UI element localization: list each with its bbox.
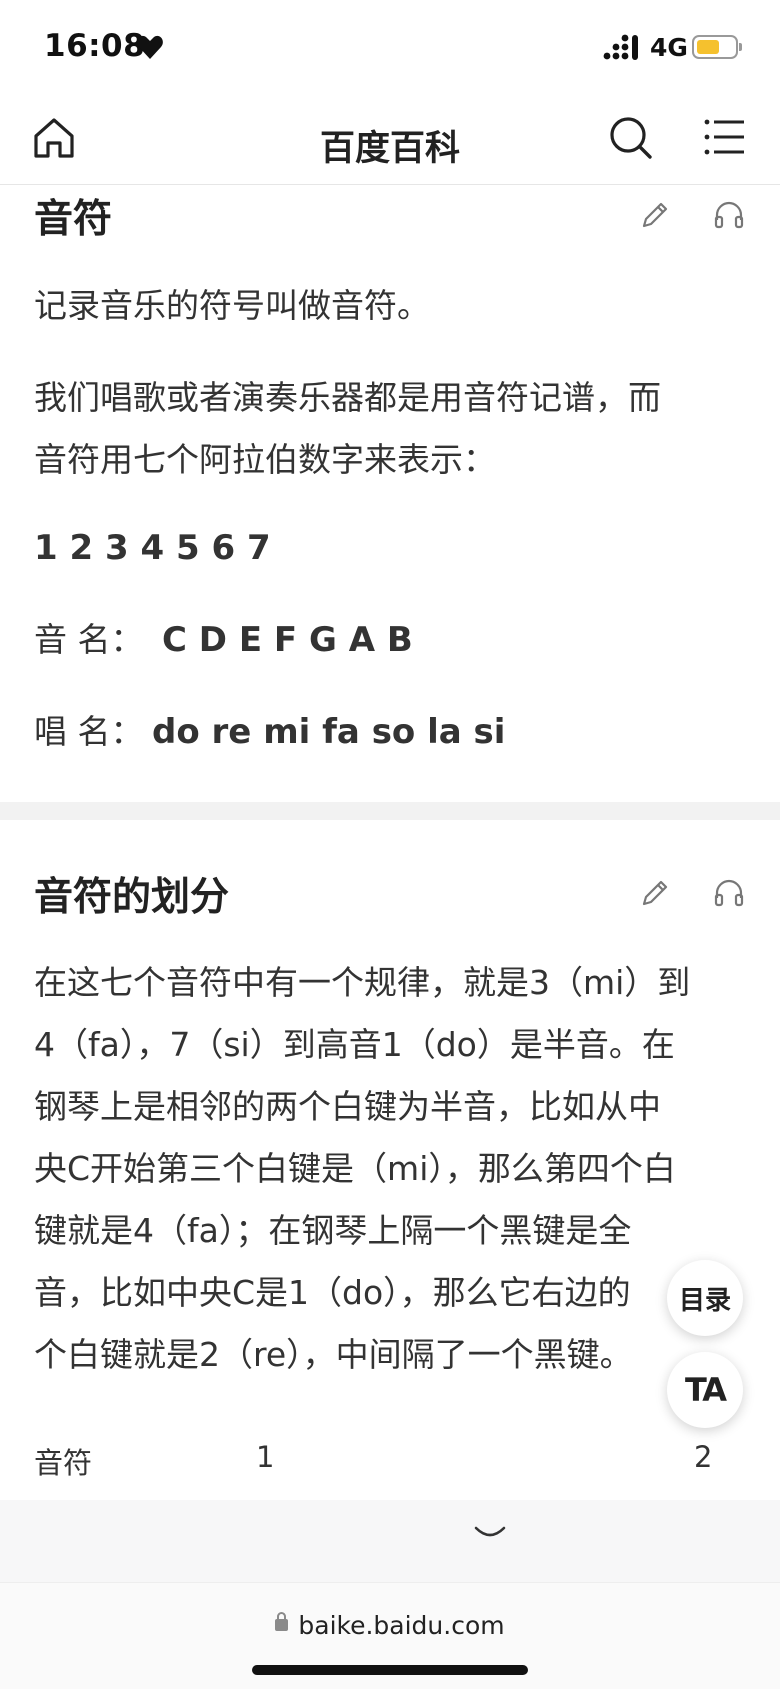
headphones-icon[interactable] [712,876,746,910]
table-cell: 2 [694,1440,713,1474]
lock-icon [275,1612,289,1631]
page-title: 百度百科 [319,129,460,169]
paragraph-intro: 记录音乐的符号叫做音符。 [34,286,430,325]
note-name-label: 音 名： [34,620,144,659]
paragraph-line: 钢琴上是相邻的两个白键为半音，比如从中 [34,1087,661,1126]
edit-icon[interactable] [638,876,672,910]
ta-button-label: TA [684,1371,727,1409]
heart-icon [137,35,163,59]
headphones-icon[interactable] [712,198,746,232]
table-row-label: 音符 [34,1446,93,1480]
paragraph-line: 央C开始第三个白键是（mi），那么第四个白 [34,1149,676,1188]
section-title-note-division: 音符的划分 [34,875,230,920]
paragraph-line: 音，比如中央C是1（do），那么它右边的 [34,1273,631,1312]
signal-icon [603,34,638,60]
home-indicator[interactable] [252,1665,528,1675]
paragraph-line: 个白键就是2（re），中间隔了一个黑键。 [34,1335,633,1374]
section-title-notes: 音符 [34,197,113,242]
solfege-names: do re mi fa so la si [152,712,506,752]
network-type: 4G [650,33,688,62]
browser-url-bar[interactable]: baike.baidu.com [0,1582,780,1689]
solfege-label: 唱 名： [34,712,144,751]
chevron-down-icon[interactable] [472,1522,508,1544]
table-cell: 1 [256,1440,275,1474]
edit-icon[interactable] [638,198,672,232]
url-text: baike.baidu.com [298,1611,505,1640]
status-bar: 16:08 4G [0,0,780,100]
search-icon[interactable] [607,114,653,160]
toc-button[interactable]: 目录 [667,1260,743,1336]
top-nav-bar: 百度百科 [0,100,780,185]
paragraph-line: 我们唱歌或者演奏乐器都是用音符记谱，而 [34,378,661,417]
section-divider [0,802,780,820]
paragraph-line: 键就是4（fa）；在钢琴上隔一个黑键是全 [34,1211,632,1250]
toc-button-label: 目录 [678,1285,731,1316]
ta-button[interactable]: TA [667,1352,743,1428]
menu-icon[interactable] [704,116,746,158]
paragraph-line: 4（fa），7（si）到高音1（do）是半音。在 [34,1025,675,1064]
url-display: baike.baidu.com [0,1611,780,1640]
table-row: 音符 1 2 [0,1430,780,1490]
note-names: C D E F G A B [162,620,413,660]
paragraph-line: 在这七个音符中有一个规律，就是3（mi）到 [34,963,691,1002]
note-digits: 1 2 3 4 5 6 7 [34,528,271,568]
battery-icon [692,35,742,59]
expand-table-area[interactable] [0,1500,780,1582]
status-time: 16:08 [44,28,146,64]
paragraph-line: 音符用七个阿拉伯数字来表示： [34,440,496,479]
